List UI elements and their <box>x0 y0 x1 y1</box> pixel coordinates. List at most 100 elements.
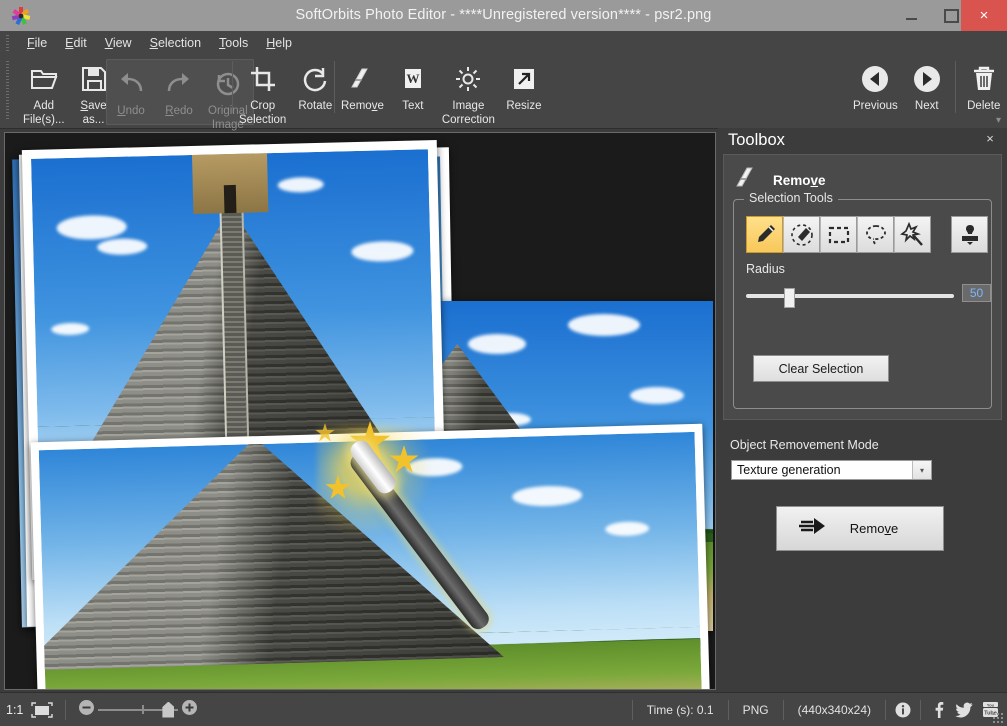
fit-to-window-icon[interactable] <box>31 702 53 717</box>
resize-button[interactable]: Resize <box>500 55 548 113</box>
previous-arrow-icon <box>860 59 890 99</box>
toolbar-divider-3 <box>955 61 956 113</box>
photo-composition <box>5 133 713 687</box>
object-removement-mode-select[interactable]: Texture generation ▾ <box>731 460 932 480</box>
selection-tools-legend: Selection Tools <box>744 191 838 205</box>
redo-arrow-icon <box>164 64 194 104</box>
radius-label: Radius <box>746 262 785 276</box>
previous-button[interactable]: Previous <box>848 55 903 113</box>
rotate-label: Rotate <box>298 100 332 113</box>
radius-slider-track <box>746 294 954 298</box>
radius-slider[interactable] <box>746 288 954 304</box>
radius-value-input[interactable]: 50 <box>962 284 991 302</box>
remove-action-button[interactable]: Remove <box>776 506 944 551</box>
toolbox-panel: Toolbox × Remove Selection Tools <box>718 128 1007 690</box>
rotate-button[interactable]: Rotate <box>291 55 339 113</box>
zoom-in-button[interactable] <box>181 699 198 721</box>
floppy-save-icon <box>80 59 108 99</box>
status-divider-6 <box>920 700 921 720</box>
toolbar-transform-group: Crop Selection Rotate <box>234 55 339 128</box>
eraser-brush-tool-button[interactable] <box>783 216 820 253</box>
window-title: SoftOrbits Photo Editor - ****Unregister… <box>0 0 1007 31</box>
selection-tools-group: Selection Tools <box>733 199 992 409</box>
previous-label: Previous <box>853 100 898 113</box>
crop-selection-button[interactable]: Crop Selection <box>234 55 291 126</box>
toolbox-close-icon[interactable]: × <box>983 132 997 146</box>
trash-icon <box>971 59 997 99</box>
redo-label: Redo <box>165 105 193 118</box>
toolbar-grip-handle[interactable] <box>6 61 9 121</box>
delete-label: Delete <box>967 100 1000 113</box>
rotate-icon <box>301 59 329 99</box>
status-divider-2 <box>632 700 633 720</box>
toolbar-edit-group: Remove W Text Image Correction Resize <box>336 55 548 128</box>
zoom-ratio-label: 1:1 <box>6 703 23 717</box>
add-files-label-2: File(s)... <box>23 114 65 127</box>
info-icon[interactable] <box>890 697 916 722</box>
chevron-down-icon[interactable]: ▾ <box>912 461 931 479</box>
title-bar: SoftOrbits Photo Editor - ****Unregister… <box>0 0 1007 32</box>
menu-tools[interactable]: Tools <box>210 34 257 52</box>
image-correction-button[interactable]: Image Correction <box>437 55 500 126</box>
crop-icon <box>249 59 277 99</box>
crop-label-1: Crop <box>250 100 275 113</box>
add-files-button[interactable]: Add File(s)... <box>18 55 70 126</box>
image-canvas[interactable] <box>4 132 716 690</box>
zoom-slider-thumb[interactable] <box>162 702 174 718</box>
open-folder-icon <box>29 59 59 99</box>
image-dimensions-label: (440x340x24) <box>788 703 881 717</box>
menu-grip-handle[interactable] <box>6 35 9 51</box>
next-button[interactable]: Next <box>903 55 951 113</box>
magic-wand-tool-button[interactable] <box>894 216 931 253</box>
close-button[interactable]: × <box>961 0 1007 31</box>
menu-items: File Edit View Selection Tools Help <box>18 31 301 55</box>
menu-help[interactable]: Help <box>257 34 301 52</box>
lasso-select-tool-button[interactable] <box>857 216 894 253</box>
zoom-slider-tick <box>142 705 144 714</box>
resize-arrow-icon <box>511 59 537 99</box>
zoom-slider[interactable] <box>78 701 198 719</box>
save-as-label-1: Save <box>80 100 106 113</box>
toolbar-divider-2 <box>334 61 335 113</box>
text-w-icon: W <box>400 59 426 99</box>
rectangle-select-tool-button[interactable] <box>820 216 857 253</box>
brightness-sun-icon <box>454 59 482 99</box>
object-removement-mode-label: Object Removement Mode <box>730 438 879 452</box>
remove-action-label: Remove <box>827 521 921 536</box>
menu-file[interactable]: File <box>18 34 56 52</box>
zoom-out-button[interactable] <box>78 699 95 721</box>
status-divider-4 <box>783 700 784 720</box>
stamp-tool-button[interactable] <box>951 216 988 253</box>
next-arrow-icon <box>912 59 942 99</box>
undo-arrow-icon <box>116 64 146 104</box>
clear-selection-button[interactable]: Clear Selection <box>753 355 889 382</box>
remove-tool-button[interactable]: Remove <box>336 55 389 113</box>
menu-view[interactable]: View <box>96 34 141 52</box>
undo-label: Undo <box>117 105 145 118</box>
object-removement-mode-value: Texture generation <box>732 463 912 477</box>
resize-grip[interactable] <box>992 712 1004 724</box>
image-correction-label-1: Image <box>452 100 484 113</box>
minimize-button[interactable] <box>891 0 931 31</box>
toolbar-overflow-icon[interactable]: ▾ <box>996 115 1001 126</box>
svg-text:You: You <box>986 702 994 707</box>
svg-text:W: W <box>406 71 419 86</box>
status-bar-right: Time (s): 0.1 PNG (440x340x24) YouTube <box>628 697 1003 722</box>
menu-selection[interactable]: Selection <box>141 34 210 52</box>
redo-button[interactable]: Redo <box>155 60 203 118</box>
resize-label: Resize <box>506 100 541 113</box>
toolbox-header: Toolbox × <box>718 128 1007 154</box>
status-bar-left: 1:1 <box>6 697 198 722</box>
undo-button[interactable]: Undo <box>107 60 155 118</box>
menu-edit[interactable]: Edit <box>56 34 96 52</box>
processing-time-label: Time (s): 0.1 <box>637 703 724 717</box>
text-tool-button[interactable]: W Text <box>389 55 437 113</box>
application-window: SoftOrbits Photo Editor - ****Unregister… <box>0 0 1007 726</box>
twitter-icon[interactable] <box>951 697 977 722</box>
radius-slider-thumb[interactable] <box>784 288 795 308</box>
marker-tool-button[interactable] <box>746 216 783 253</box>
active-mode-label: Remove <box>773 173 826 188</box>
facebook-icon[interactable] <box>925 697 951 722</box>
delete-button[interactable]: Delete <box>960 55 1007 113</box>
status-divider-5 <box>885 700 886 720</box>
